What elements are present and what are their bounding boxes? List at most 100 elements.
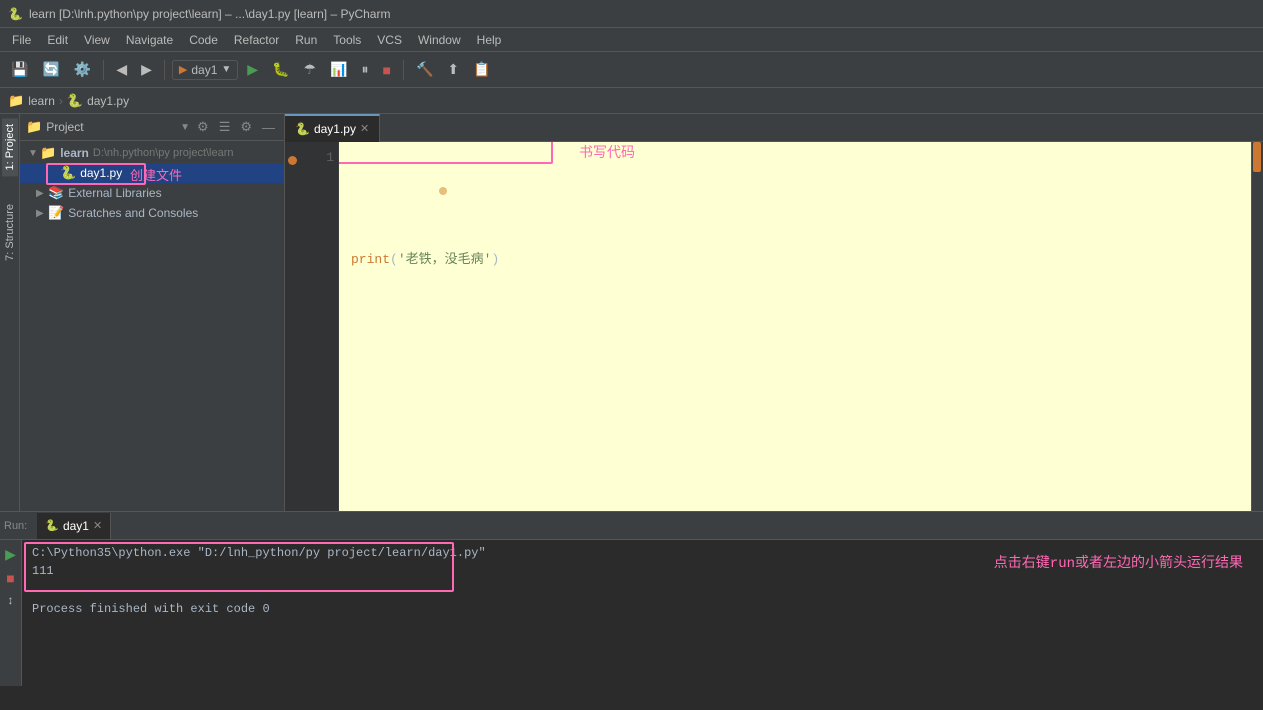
- dropdown-arrow-icon: ▼: [221, 64, 231, 75]
- structure-tab[interactable]: 7: Structure: [2, 198, 18, 267]
- bottom-tab-close-icon[interactable]: ✕: [93, 519, 102, 532]
- back-button[interactable]: ◀: [111, 58, 132, 81]
- title-icon: 🐍: [8, 7, 23, 21]
- vcs-button[interactable]: ⬆: [442, 58, 464, 81]
- library-icon: 📚: [48, 185, 64, 201]
- panel-gear-button[interactable]: ⚙: [194, 118, 212, 136]
- left-tab-strip: 1: Project 7: Structure: [0, 114, 20, 511]
- run-config-selector[interactable]: ▶ day1 ▼: [172, 60, 238, 80]
- menu-view[interactable]: View: [76, 31, 118, 49]
- menu-help[interactable]: Help: [469, 31, 510, 49]
- console-spacer: [32, 582, 1253, 602]
- day1-file-label: day1.py: [80, 166, 122, 180]
- python-file-icon: 🐍: [60, 165, 76, 181]
- string-content: '老铁，没毛病': [398, 250, 492, 270]
- warning-dot: [357, 162, 447, 222]
- run-config-label: day1: [191, 63, 217, 77]
- editor-tab-day1[interactable]: 🐍 day1.py ✕: [285, 114, 380, 142]
- line-number-1: 1: [303, 150, 334, 165]
- root-folder-path: D:\nh.python\py project\learn: [93, 147, 234, 159]
- breadcrumb: 📁 learn › 🐍 day1.py: [0, 88, 1263, 114]
- editor-area: 🐍 day1.py ✕ 1 print: [285, 114, 1263, 511]
- forward-button[interactable]: ▶: [136, 58, 157, 81]
- run-stop-button[interactable]: ■: [4, 568, 16, 588]
- stop-button[interactable]: ■: [378, 59, 396, 81]
- tab-filename: day1.py: [314, 122, 356, 136]
- bottom-tab-label: day1: [63, 519, 89, 533]
- title-bar: 🐍 learn [D:\lnh.python\py project\learn]…: [0, 0, 1263, 28]
- save-button[interactable]: 💾: [6, 58, 33, 81]
- vcs2-button[interactable]: 📋: [468, 58, 495, 81]
- project-tab[interactable]: 1: Project: [2, 118, 18, 176]
- run-button[interactable]: ▶: [242, 58, 263, 81]
- scroll-error-indicator: [1253, 142, 1261, 172]
- run-play-button[interactable]: ▶: [3, 544, 18, 565]
- close-paren: ): [491, 250, 499, 270]
- create-file-annotation: 创建文件: [130, 165, 182, 184]
- tab-close-icon[interactable]: ✕: [360, 122, 369, 135]
- menu-file[interactable]: File: [4, 31, 39, 49]
- sync-button[interactable]: 🔄: [37, 58, 64, 81]
- code-line-1: print('老铁，没毛病'): [351, 250, 1251, 270]
- window-title: learn [D:\lnh.python\py project\learn] –…: [29, 7, 391, 21]
- console-footer: Process finished with exit code 0: [32, 602, 1253, 616]
- tree-arrow-ext-icon: ▶: [36, 188, 46, 199]
- tree-arrow-icon: ▼: [28, 148, 38, 159]
- breadcrumb-learn[interactable]: learn: [28, 94, 55, 108]
- menu-refactor[interactable]: Refactor: [226, 31, 287, 49]
- bottom-tab-day1[interactable]: 🐍 day1 ✕: [37, 513, 111, 539]
- menu-code[interactable]: Code: [181, 31, 226, 49]
- profile-button[interactable]: 📊: [325, 58, 352, 81]
- tree-scratches[interactable]: ▶ 📝 Scratches and Consoles: [20, 203, 284, 223]
- gutter-line-1: [285, 150, 299, 170]
- separator: [164, 60, 165, 80]
- menu-tools[interactable]: Tools: [325, 31, 369, 49]
- root-folder-label: learn: [60, 146, 89, 160]
- project-panel-header: 📁 Project ▼ ⚙ ☰ ⚙ —: [20, 114, 284, 141]
- project-panel-title: Project: [46, 120, 176, 134]
- editor-scrollbar[interactable]: [1251, 142, 1263, 511]
- bottom-tab-python-icon: 🐍: [45, 519, 59, 532]
- tree-day1-item[interactable]: ▶ 🐍 day1.py 创建文件: [20, 163, 284, 183]
- menu-navigate[interactable]: Navigate: [118, 31, 181, 49]
- external-lib-label: External Libraries: [68, 186, 161, 200]
- open-paren: (: [390, 250, 398, 270]
- line-numbers: 1: [299, 142, 339, 511]
- menu-window[interactable]: Window: [410, 31, 469, 49]
- breakpoint-indicator: [288, 156, 297, 165]
- panel-collapse-button[interactable]: —: [259, 119, 278, 136]
- console-output: 111: [32, 564, 1253, 578]
- breadcrumb-file[interactable]: day1.py: [87, 94, 129, 108]
- pause-button[interactable]: ⏸: [357, 58, 374, 81]
- project-panel: 📁 Project ▼ ⚙ ☰ ⚙ — ▼ 📁 learn D:\nh.pyth…: [20, 114, 285, 511]
- run-label: Run:: [4, 520, 27, 532]
- menu-vcs[interactable]: VCS: [369, 31, 410, 49]
- project-tree: ▼ 📁 learn D:\nh.python\py project\learn …: [20, 141, 284, 511]
- breadcrumb-sep: ›: [59, 94, 63, 108]
- menu-run[interactable]: Run: [287, 31, 325, 49]
- main-layout: 1: Project 7: Structure 📁 Project ▼ ⚙ ☰ …: [0, 114, 1263, 511]
- tree-root-item[interactable]: ▼ 📁 learn D:\nh.python\py project\learn: [20, 143, 284, 163]
- panel-layout-button[interactable]: ☰: [216, 118, 234, 136]
- menu-edit[interactable]: Edit: [39, 31, 76, 49]
- run-left-buttons: ▶ ■ ↕: [0, 540, 22, 686]
- settings-button[interactable]: ⚙️: [69, 58, 96, 81]
- coverage-button[interactable]: ☂: [299, 58, 322, 81]
- debug-button[interactable]: 🐛: [267, 58, 294, 81]
- build-button[interactable]: 🔨: [411, 58, 438, 81]
- print-keyword: print: [351, 250, 390, 270]
- run-scroll-button[interactable]: ↕: [6, 591, 16, 609]
- bottom-tab-bar: Run: 🐍 day1 ✕: [0, 512, 1263, 540]
- tree-external-lib[interactable]: ▶ 📚 External Libraries: [20, 183, 284, 203]
- tree-arrow-scratch-icon: ▶: [36, 208, 46, 219]
- separator: [403, 60, 404, 80]
- console-content[interactable]: 点击右键run或者左边的小箭头运行结果 C:\Python35\python.e…: [22, 540, 1263, 686]
- panel-settings-button[interactable]: ⚙: [237, 118, 255, 136]
- current-line-highlight: [339, 142, 1263, 164]
- editor-tab-bar: 🐍 day1.py ✕: [285, 114, 1263, 142]
- code-content[interactable]: print('老铁，没毛病') 书写代码: [339, 142, 1263, 511]
- run-output: ▶ ■ ↕ 点击右键run或者左边的小箭头运行结果 C:\Python35\py…: [0, 540, 1263, 686]
- separator: [103, 60, 104, 80]
- toolbar: 💾 🔄 ⚙️ ◀ ▶ ▶ day1 ▼ ▶ 🐛 ☂ 📊 ⏸ ■ 🔨 ⬆ 📋: [0, 52, 1263, 88]
- gutter: [285, 142, 299, 511]
